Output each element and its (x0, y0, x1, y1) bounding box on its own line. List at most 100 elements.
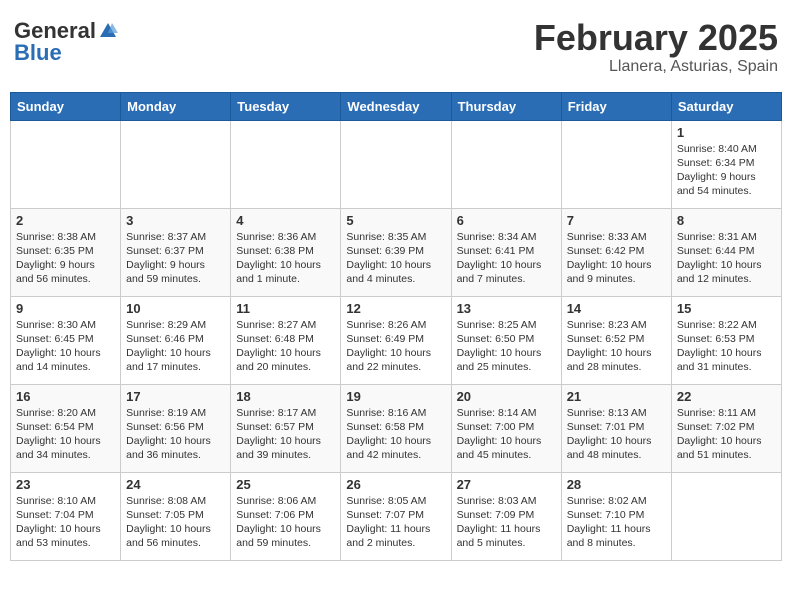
weekday-header-tuesday: Tuesday (231, 92, 341, 120)
day-info: Sunrise: 8:02 AM Sunset: 7:10 PM Dayligh… (567, 494, 666, 551)
day-number: 4 (236, 213, 335, 228)
day-info: Sunrise: 8:34 AM Sunset: 6:41 PM Dayligh… (457, 230, 556, 287)
day-info: Sunrise: 8:20 AM Sunset: 6:54 PM Dayligh… (16, 406, 115, 463)
day-info: Sunrise: 8:06 AM Sunset: 7:06 PM Dayligh… (236, 494, 335, 551)
day-cell: 9 Sunrise: 8:30 AM Sunset: 6:45 PM Daylig… (11, 296, 121, 384)
weekday-header-row: SundayMondayTuesdayWednesdayThursdayFrid… (11, 92, 782, 120)
day-info: Sunrise: 8:22 AM Sunset: 6:53 PM Dayligh… (677, 318, 776, 375)
day-info: Sunrise: 8:03 AM Sunset: 7:09 PM Dayligh… (457, 494, 556, 551)
day-cell: 7Sunrise: 8:33 AM Sunset: 6:42 PM Daylig… (561, 208, 671, 296)
day-cell (231, 120, 341, 208)
day-cell: 24Sunrise: 8:08 AM Sunset: 7:05 PM Dayli… (121, 472, 231, 560)
page-header: General Blue February 2025 Llanera, Astu… (10, 10, 782, 84)
day-number: 9 (16, 301, 115, 316)
day-number: 27 (457, 477, 556, 492)
week-row-1: 2Sunrise: 8:38 AM Sunset: 6:35 PM Daylig… (11, 208, 782, 296)
day-info: Sunrise: 8:16 AM Sunset: 6:58 PM Dayligh… (346, 406, 445, 463)
day-info: Sunrise: 8:37 AM Sunset: 6:37 PM Dayligh… (126, 230, 225, 287)
day-cell: 10Sunrise: 8:29 AM Sunset: 6:46 PM Dayli… (121, 296, 231, 384)
day-number: 18 (236, 389, 335, 404)
day-number: 14 (567, 301, 666, 316)
day-cell: 19 Sunrise: 8:16 AM Sunset: 6:58 PM Dayli… (341, 384, 451, 472)
weekday-header-monday: Monday (121, 92, 231, 120)
day-info: Sunrise: 8:05 AM Sunset: 7:07 PM Dayligh… (346, 494, 445, 551)
day-info: Sunrise: 8:19 AM Sunset: 6:56 PM Dayligh… (126, 406, 225, 463)
day-info: Sunrise: 8:23 AM Sunset: 6:52 PM Dayligh… (567, 318, 666, 375)
day-number: 1 (677, 125, 776, 140)
day-number: 25 (236, 477, 335, 492)
day-cell (121, 120, 231, 208)
day-number: 26 (346, 477, 445, 492)
day-info: Sunrise: 8:27 AM Sunset: 6:48 PM Dayligh… (236, 318, 335, 375)
day-info: Sunrise: 8:33 AM Sunset: 6:42 PM Dayligh… (567, 230, 666, 287)
logo-icon (98, 21, 118, 41)
day-number: 11 (236, 301, 335, 316)
day-cell: 8 Sunrise: 8:31 AM Sunset: 6:44 PM Daylig… (671, 208, 781, 296)
day-cell: 25 Sunrise: 8:06 AM Sunset: 7:06 PM Dayli… (231, 472, 341, 560)
title-area: February 2025 Llanera, Asturias, Spain (534, 18, 778, 76)
day-cell: 26 Sunrise: 8:05 AM Sunset: 7:07 PM Dayli… (341, 472, 451, 560)
day-info: Sunrise: 8:35 AM Sunset: 6:39 PM Dayligh… (346, 230, 445, 287)
day-cell: 11 Sunrise: 8:27 AM Sunset: 6:48 PM Dayli… (231, 296, 341, 384)
weekday-header-thursday: Thursday (451, 92, 561, 120)
day-info: Sunrise: 8:11 AM Sunset: 7:02 PM Dayligh… (677, 406, 776, 463)
day-number: 23 (16, 477, 115, 492)
day-number: 12 (346, 301, 445, 316)
week-row-3: 16 Sunrise: 8:20 AM Sunset: 6:54 PM Dayli… (11, 384, 782, 472)
day-info: Sunrise: 8:38 AM Sunset: 6:35 PM Dayligh… (16, 230, 115, 287)
day-info: Sunrise: 8:30 AM Sunset: 6:45 PM Dayligh… (16, 318, 115, 375)
day-cell (11, 120, 121, 208)
day-number: 13 (457, 301, 556, 316)
day-cell: 22Sunrise: 8:11 AM Sunset: 7:02 PM Dayli… (671, 384, 781, 472)
day-info: Sunrise: 8:10 AM Sunset: 7:04 PM Dayligh… (16, 494, 115, 551)
day-cell (451, 120, 561, 208)
day-cell (561, 120, 671, 208)
day-number: 6 (457, 213, 556, 228)
week-row-2: 9 Sunrise: 8:30 AM Sunset: 6:45 PM Daylig… (11, 296, 782, 384)
day-cell: 15 Sunrise: 8:22 AM Sunset: 6:53 PM Dayli… (671, 296, 781, 384)
day-cell: 3 Sunrise: 8:37 AM Sunset: 6:37 PM Daylig… (121, 208, 231, 296)
day-cell: 6 Sunrise: 8:34 AM Sunset: 6:41 PM Daylig… (451, 208, 561, 296)
day-number: 8 (677, 213, 776, 228)
day-number: 28 (567, 477, 666, 492)
day-number: 5 (346, 213, 445, 228)
day-cell: 14 Sunrise: 8:23 AM Sunset: 6:52 PM Dayli… (561, 296, 671, 384)
day-info: Sunrise: 8:25 AM Sunset: 6:50 PM Dayligh… (457, 318, 556, 375)
day-cell (341, 120, 451, 208)
calendar-table: SundayMondayTuesdayWednesdayThursdayFrid… (10, 92, 782, 561)
day-info: Sunrise: 8:31 AM Sunset: 6:44 PM Dayligh… (677, 230, 776, 287)
day-cell: 13 Sunrise: 8:25 AM Sunset: 6:50 PM Dayli… (451, 296, 561, 384)
day-cell: 2Sunrise: 8:38 AM Sunset: 6:35 PM Daylig… (11, 208, 121, 296)
day-info: Sunrise: 8:08 AM Sunset: 7:05 PM Dayligh… (126, 494, 225, 551)
month-title: February 2025 (534, 18, 778, 58)
day-cell: 5 Sunrise: 8:35 AM Sunset: 6:39 PM Daylig… (341, 208, 451, 296)
week-row-0: 1 Sunrise: 8:40 AM Sunset: 6:34 PM Daylig… (11, 120, 782, 208)
day-number: 21 (567, 389, 666, 404)
day-info: Sunrise: 8:36 AM Sunset: 6:38 PM Dayligh… (236, 230, 335, 287)
day-info: Sunrise: 8:26 AM Sunset: 6:49 PM Dayligh… (346, 318, 445, 375)
day-cell: 28 Sunrise: 8:02 AM Sunset: 7:10 PM Dayli… (561, 472, 671, 560)
day-number: 16 (16, 389, 115, 404)
day-number: 20 (457, 389, 556, 404)
day-cell: 23 Sunrise: 8:10 AM Sunset: 7:04 PM Dayli… (11, 472, 121, 560)
weekday-header-saturday: Saturday (671, 92, 781, 120)
day-cell: 27 Sunrise: 8:03 AM Sunset: 7:09 PM Dayli… (451, 472, 561, 560)
day-number: 15 (677, 301, 776, 316)
day-info: Sunrise: 8:40 AM Sunset: 6:34 PM Dayligh… (677, 142, 776, 199)
day-cell: 20Sunrise: 8:14 AM Sunset: 7:00 PM Dayli… (451, 384, 561, 472)
day-cell: 4 Sunrise: 8:36 AM Sunset: 6:38 PM Daylig… (231, 208, 341, 296)
day-cell (671, 472, 781, 560)
day-cell: 21Sunrise: 8:13 AM Sunset: 7:01 PM Dayli… (561, 384, 671, 472)
day-cell: 16 Sunrise: 8:20 AM Sunset: 6:54 PM Dayli… (11, 384, 121, 472)
day-info: Sunrise: 8:17 AM Sunset: 6:57 PM Dayligh… (236, 406, 335, 463)
weekday-header-friday: Friday (561, 92, 671, 120)
day-cell: 18 Sunrise: 8:17 AM Sunset: 6:57 PM Dayli… (231, 384, 341, 472)
day-info: Sunrise: 8:29 AM Sunset: 6:46 PM Dayligh… (126, 318, 225, 375)
location-title: Llanera, Asturias, Spain (534, 58, 778, 76)
day-number: 19 (346, 389, 445, 404)
weekday-header-wednesday: Wednesday (341, 92, 451, 120)
day-number: 3 (126, 213, 225, 228)
logo-blue-text: Blue (14, 40, 62, 66)
day-cell: 12 Sunrise: 8:26 AM Sunset: 6:49 PM Dayli… (341, 296, 451, 384)
day-number: 17 (126, 389, 225, 404)
